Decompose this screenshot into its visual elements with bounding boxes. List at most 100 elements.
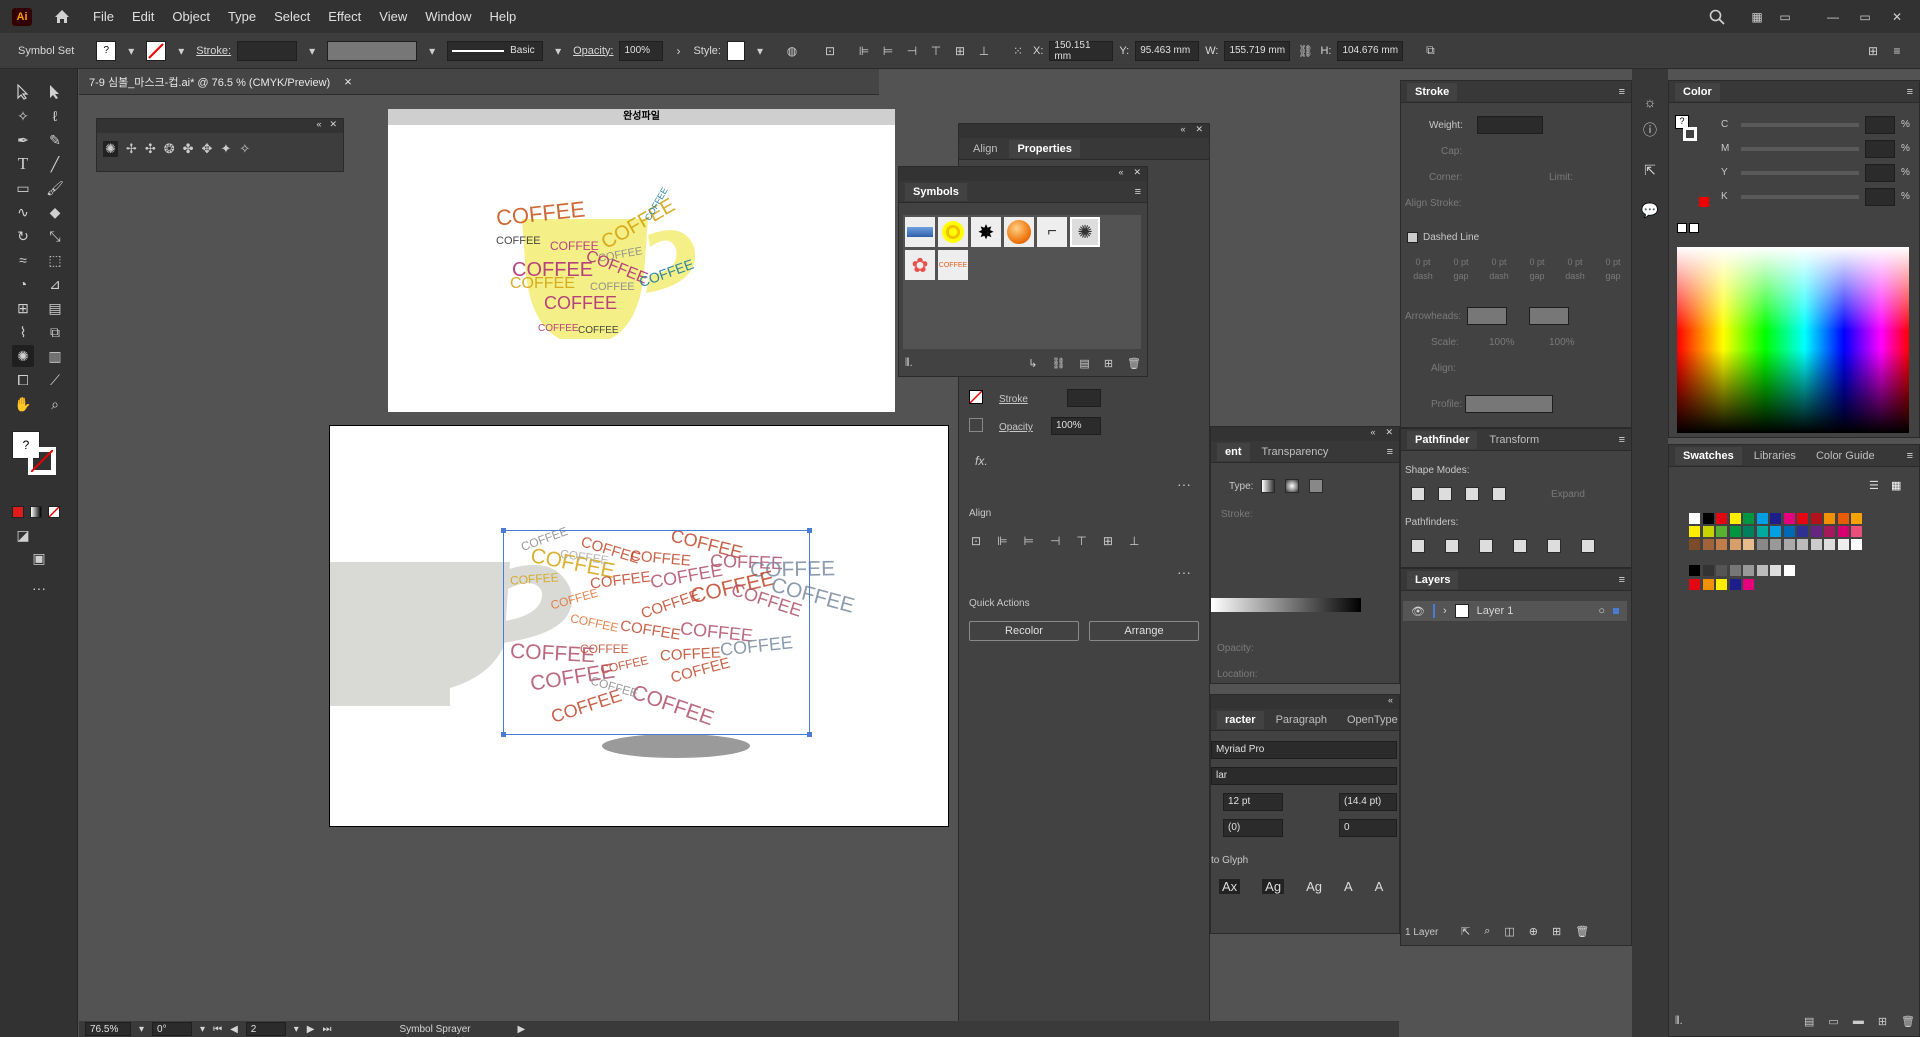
font-size-field[interactable]: 12 pt [1223, 793, 1283, 811]
white-swatch[interactable] [1689, 223, 1699, 233]
color-swatch[interactable] [1743, 539, 1754, 550]
symbol-sprayer-tool-icon[interactable]: ✺ [12, 345, 34, 367]
new-color-group-icon[interactable]: ▬ [1853, 1015, 1864, 1028]
pathfinder-menu-icon[interactable]: ≡ [1619, 434, 1631, 446]
color-swatch[interactable] [1702, 526, 1714, 537]
grayscale-swatch[interactable] [1702, 565, 1714, 576]
rotation-dropdown-icon[interactable]: ▾ [200, 1024, 205, 1035]
color-swatch[interactable] [1756, 539, 1768, 550]
transp-collapse-icon[interactable]: « [1370, 427, 1375, 441]
expand-layer-icon[interactable]: › [1443, 605, 1447, 617]
properties-stroke-label[interactable]: Stroke [999, 394, 1028, 405]
line-tool-icon[interactable]: ╱ [44, 153, 66, 175]
shaper-tool-icon[interactable]: ∿ [12, 201, 34, 223]
grayscale-swatch[interactable] [1783, 565, 1795, 576]
transp-menu-icon[interactable]: ≡ [1387, 446, 1399, 458]
symbols-collapse-icon[interactable]: « [1118, 167, 1123, 181]
stroke-menu-icon[interactable]: ≡ [1619, 86, 1631, 98]
grayscale-swatch[interactable] [1743, 565, 1754, 576]
stroke-weight-field[interactable] [237, 40, 298, 61]
more-options-icon[interactable]: ··· [1177, 476, 1191, 492]
color-swatch[interactable] [1756, 513, 1768, 524]
layer-target-icon[interactable]: ○ [1598, 605, 1605, 617]
tab-color-guide[interactable]: Color Guide [1808, 447, 1883, 465]
recolor-button[interactable]: Recolor [969, 621, 1079, 641]
new-swatch-icon[interactable]: ⊞ [1878, 1015, 1887, 1028]
radial-gradient-icon[interactable] [1285, 479, 1299, 493]
perspective-grid-tool-icon[interactable]: ⊿ [44, 273, 66, 295]
p-align-top-icon[interactable]: ⊤ [1076, 534, 1086, 548]
symbol-ink-splat[interactable]: ✸ [971, 217, 1001, 247]
color-swatch[interactable] [1689, 513, 1700, 524]
color-swatch[interactable] [1729, 526, 1741, 537]
color-swatch[interactable] [1729, 539, 1741, 550]
kerning-field[interactable]: (0) [1223, 819, 1283, 837]
menu-object[interactable]: Object [163, 9, 219, 24]
gradient-bar[interactable] [1211, 598, 1361, 612]
menu-type[interactable]: Type [219, 9, 265, 24]
symbol-sizer-icon[interactable]: ❂ [164, 141, 175, 157]
cmyk-swatch[interactable] [1702, 579, 1714, 590]
weight-field[interactable] [1477, 116, 1543, 134]
p-align-bottom-icon[interactable]: ⊥ [1129, 534, 1139, 548]
p-align-left-icon[interactable]: ⊫ [997, 534, 1007, 548]
dash-gap-cell[interactable]: 0 pt dash [1483, 257, 1515, 281]
color-swatch[interactable] [1797, 513, 1808, 524]
divide-icon[interactable] [1411, 539, 1425, 553]
glyph-icon-4[interactable]: A [1344, 879, 1353, 894]
grid-view-icon[interactable]: ▦ [1891, 479, 1901, 492]
grayscale-swatch[interactable] [1756, 565, 1768, 576]
arrange-button[interactable]: Arrange [1089, 621, 1199, 641]
make-clipping-mask-icon[interactable]: ◫ [1504, 925, 1514, 938]
color-swatch[interactable] [1810, 513, 1822, 524]
dash-gap-cell[interactable]: 0 pt dash [1559, 257, 1591, 281]
color-swatch[interactable] [1716, 526, 1727, 537]
channel-field[interactable] [1865, 140, 1895, 158]
transp-close-icon[interactable]: ✕ [1385, 427, 1393, 441]
color-menu-icon[interactable]: ≡ [1907, 86, 1919, 98]
eyedropper-tool-icon[interactable]: ⌇ [12, 321, 34, 343]
arrowhead-end-field[interactable] [1529, 307, 1569, 325]
mesh-tool-icon[interactable]: ⊞ [12, 297, 34, 319]
cmyk-swatch[interactable] [1743, 579, 1754, 590]
export-icon[interactable]: ⇱ [1639, 159, 1661, 181]
opacity-arrow-icon[interactable]: › [669, 42, 687, 60]
paintbrush-tool-icon[interactable]: 🖌 [44, 177, 66, 199]
tab-opentype[interactable]: OpenType [1339, 711, 1406, 729]
crop-icon[interactable] [1513, 539, 1527, 553]
properties-collapse-icon[interactable]: « [1180, 124, 1185, 138]
new-sublayer-icon[interactable]: ⊕ [1529, 925, 1538, 938]
color-swatch[interactable] [1689, 526, 1700, 537]
color-swatch[interactable] [1824, 526, 1835, 537]
align-to-selection-icon[interactable]: ⊡ [971, 534, 981, 548]
minus-front-icon[interactable] [1438, 487, 1452, 501]
tab-paragraph[interactable]: Paragraph [1268, 711, 1335, 729]
panel-close-icon[interactable]: ✕ [329, 119, 337, 133]
dashed-line-checkbox[interactable] [1407, 232, 1418, 243]
x-field[interactable]: 150.151 mm [1049, 40, 1114, 62]
symbol-stainer-icon[interactable]: ✥ [202, 141, 213, 157]
align-more-icon[interactable]: ··· [1177, 564, 1191, 580]
home-icon[interactable] [52, 8, 72, 26]
properties-close-icon[interactable]: ✕ [1195, 124, 1203, 138]
merge-icon[interactable] [1479, 539, 1493, 553]
artboard-number-field[interactable]: 2 [245, 1022, 286, 1036]
symbol-orange-sphere[interactable] [1004, 217, 1034, 247]
new-layer-icon[interactable]: ⊞ [1552, 925, 1561, 938]
prev-artboard-icon[interactable]: ◀ [230, 1024, 238, 1035]
color-swatch[interactable] [1783, 539, 1795, 550]
color-swatch[interactable] [1851, 513, 1862, 524]
p-align-vcenter-icon[interactable]: ⊞ [1103, 534, 1113, 548]
channel-field[interactable] [1865, 164, 1895, 182]
color-fill-stroke[interactable]: ? [1675, 115, 1701, 155]
freeform-gradient-icon[interactable] [1309, 479, 1323, 493]
menu-file[interactable]: File [84, 9, 123, 24]
curvature-tool-icon[interactable]: ✎ [44, 129, 66, 151]
selection-bounding-box[interactable] [501, 528, 812, 737]
y-field[interactable]: 95.463 mm [1135, 40, 1200, 61]
symbol-flower[interactable]: ✿ [905, 250, 935, 280]
symbol-blue-banner[interactable] [905, 217, 935, 247]
free-transform-tool-icon[interactable]: ⬚ [44, 249, 66, 271]
rotation-field[interactable]: 0° [152, 1022, 193, 1036]
selection-tool-icon[interactable] [12, 81, 34, 103]
